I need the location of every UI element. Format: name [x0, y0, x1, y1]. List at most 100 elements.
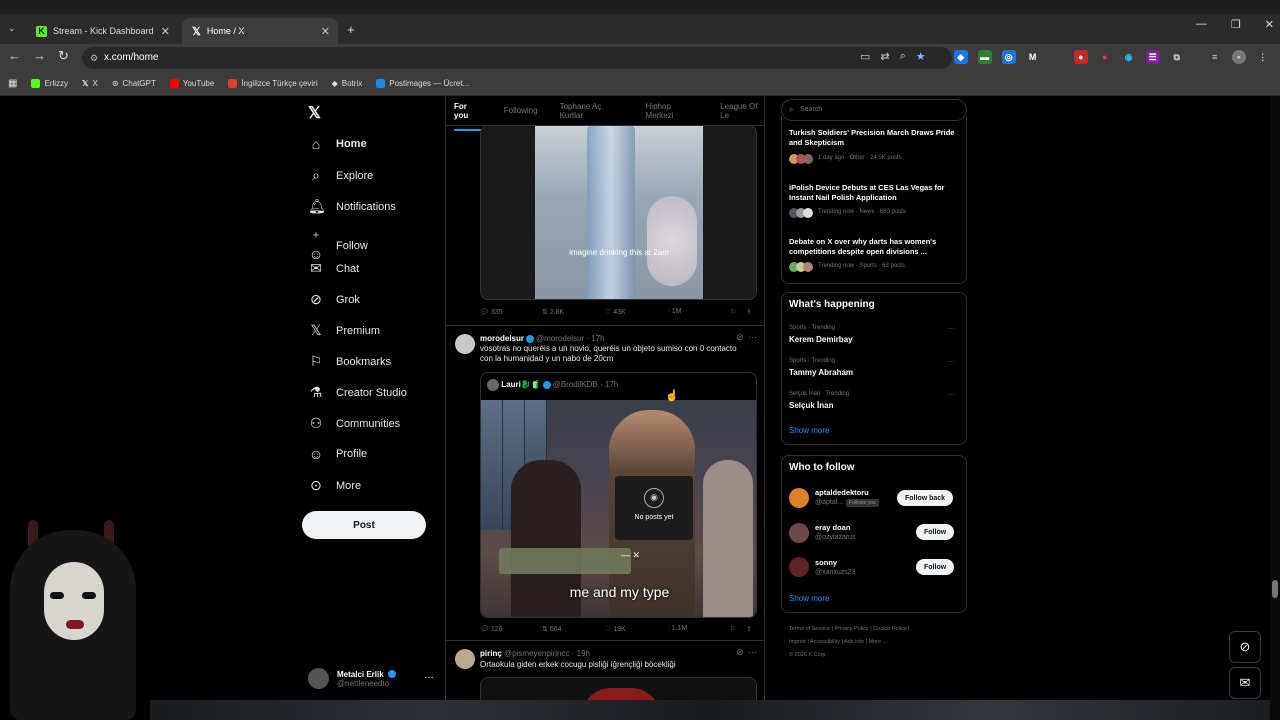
- cast-icon[interactable]: ▭: [860, 50, 870, 64]
- bookmark-youtube[interactable]: YouTube: [169, 79, 214, 88]
- sidebar-item-grok[interactable]: ⊘ Grok: [308, 291, 360, 308]
- trend-name[interactable]: Selçuk İnan: [789, 401, 833, 410]
- zoom-icon[interactable]: ⌕: [900, 50, 906, 64]
- bookmark-icon[interactable]: ⚐: [730, 308, 746, 316]
- x-logo-icon[interactable]: 𝕏: [308, 103, 321, 123]
- back-arrow-icon[interactable]: ←: [8, 48, 21, 64]
- tab-tophane[interactable]: Tophane Aç Kurtlar: [560, 102, 624, 120]
- translate-icon[interactable]: ⇄: [880, 50, 889, 64]
- extension-m-icon[interactable]: M: [1026, 50, 1040, 64]
- bookmark-chatgpt[interactable]: ⊛ ChatGPT: [112, 79, 156, 88]
- sidebar-item-follow[interactable]: ⁺☺ Follow: [308, 229, 368, 262]
- footer-link[interactable]: More ...: [869, 639, 888, 645]
- sidebar-item-home[interactable]: ⌂ Home: [308, 136, 367, 152]
- reply-button[interactable]: 💬︎ 126: [480, 625, 542, 633]
- avatar[interactable]: [455, 334, 475, 354]
- footer-link[interactable]: Accessibility: [810, 639, 840, 645]
- extensions-puzzle-icon[interactable]: ⧉: [1170, 50, 1184, 64]
- post-author[interactable]: pirinç @pismeyenpirincc · 19h: [480, 649, 590, 658]
- sidebar-item-notifications[interactable]: 🔔︎ Notifications: [308, 198, 396, 215]
- tab-league[interactable]: League Of Le: [720, 102, 764, 120]
- post-more-icon[interactable]: ···: [748, 332, 757, 342]
- follow-back-button[interactable]: Follow back: [897, 490, 954, 506]
- like-button[interactable]: ♡ 19K: [605, 625, 668, 633]
- close-icon[interactable]: ✕: [161, 25, 170, 38]
- forward-arrow-icon[interactable]: →: [33, 48, 46, 64]
- views-button[interactable]: ⫶ 1.1M: [668, 625, 730, 633]
- extension-cyan-icon[interactable]: ◉: [1122, 50, 1136, 64]
- extension-purple-icon[interactable]: ☰: [1145, 50, 1160, 64]
- post-media-video[interactable]: imagine drinking this at 2am: [480, 125, 757, 300]
- quoted-post[interactable]: Lauri🐉🧃 @BrodilKDB · 17h ◉ No posts yet —…: [480, 372, 757, 618]
- grok-icon[interactable]: ⊘: [736, 332, 744, 343]
- share-icon[interactable]: ⇪: [746, 625, 752, 633]
- sidebar-item-communities[interactable]: ⚇ Communities: [308, 415, 400, 432]
- menu-kebab-icon[interactable]: ⋮: [1256, 50, 1270, 64]
- footer-link[interactable]: Ads info: [844, 639, 864, 645]
- tab-home-x[interactable]: 𝕏 Home / X ✕: [182, 18, 338, 44]
- trend-more-icon[interactable]: ···: [947, 390, 955, 399]
- tab-hiphop[interactable]: Hiphop Merkezi: [646, 102, 699, 120]
- close-icon[interactable]: — ✕: [621, 550, 640, 561]
- news-item-title[interactable]: Turkish Soldiers' Precision March Draws …: [789, 128, 959, 148]
- like-button[interactable]: ♡ 43K: [605, 308, 668, 316]
- account-switcher[interactable]: Metalci Erlik @nettleneedto: [308, 668, 398, 689]
- window-close-icon[interactable]: ✕: [1265, 18, 1274, 31]
- show-more-link[interactable]: Show more: [789, 426, 829, 435]
- tab-search-icon[interactable]: ⌄: [8, 23, 16, 34]
- sidebar-item-explore[interactable]: ⌕ Explore: [308, 167, 373, 184]
- maximize-icon[interactable]: ❐: [1231, 18, 1241, 31]
- follow-name[interactable]: aptaldedektoru: [815, 488, 869, 497]
- address-bar[interactable]: ⚙ x.com/home: [82, 47, 952, 69]
- scrollbar[interactable]: [1270, 96, 1280, 720]
- news-item-title[interactable]: Debate on X over why darts has women's c…: [789, 237, 959, 257]
- sidebar-item-creator-studio[interactable]: ⚗ Creator Studio: [308, 384, 407, 401]
- footer-link[interactable]: Cookie Policy: [873, 626, 906, 632]
- bookmark-icon[interactable]: ⚐: [730, 625, 746, 633]
- follow-button[interactable]: Follow: [916, 524, 955, 540]
- new-tab-plus-icon[interactable]: +: [347, 22, 355, 37]
- footer-link[interactable]: Privacy Policy: [834, 626, 868, 632]
- tab-for-you[interactable]: For you: [454, 102, 482, 131]
- extension-blue-icon[interactable]: ◎: [1001, 50, 1016, 64]
- reading-list-icon[interactable]: ≡: [1208, 50, 1222, 64]
- reload-icon[interactable]: ↻: [58, 48, 69, 64]
- close-icon[interactable]: ✕: [321, 25, 330, 38]
- reply-button[interactable]: 💬︎ 335: [480, 308, 542, 316]
- bookmark-postimages[interactable]: Postimages — Ücret...: [376, 79, 469, 88]
- extension-shield-icon[interactable]: ◆: [953, 50, 968, 64]
- footer-link[interactable]: Imprint: [789, 639, 806, 645]
- avatar[interactable]: [789, 488, 809, 508]
- sidebar-item-premium[interactable]: 𝕏 Premium: [308, 322, 380, 339]
- bookmark-translate[interactable]: İngilizce Türkçe çeviri: [228, 79, 318, 88]
- trend-name[interactable]: Kerem Demirbay: [789, 335, 853, 344]
- extension-green-icon[interactable]: ▬: [977, 50, 992, 64]
- trend-more-icon[interactable]: ···: [947, 357, 955, 366]
- views-button[interactable]: ⫶ 1M: [668, 308, 730, 316]
- post-button[interactable]: Post: [302, 511, 426, 539]
- sidebar-item-more[interactable]: ⊙ More: [308, 477, 361, 494]
- trend-more-icon[interactable]: ···: [947, 324, 955, 333]
- post-author[interactable]: morodelsur @morodelsur · 17h: [480, 334, 605, 343]
- repost-button[interactable]: ⇅ 2.8K: [542, 308, 605, 316]
- minimize-icon[interactable]: —: [1196, 18, 1207, 31]
- apps-grid-icon[interactable]: ▦: [8, 78, 17, 89]
- avatar[interactable]: [789, 557, 809, 577]
- follow-button[interactable]: Follow: [916, 559, 955, 575]
- sidebar-item-chat[interactable]: ✉ Chat: [308, 260, 359, 277]
- footer-link[interactable]: Terms of Service: [789, 626, 830, 632]
- sidebar-item-profile[interactable]: ☺ Profile: [308, 446, 367, 462]
- tab-following[interactable]: Following: [504, 106, 538, 115]
- account-more-icon[interactable]: ···: [424, 672, 434, 683]
- news-item-title[interactable]: iPolish Device Debuts at CES Las Vegas f…: [789, 183, 959, 203]
- bookmark-star-icon[interactable]: ★: [916, 50, 926, 64]
- repost-button[interactable]: ⇅ 664: [542, 625, 605, 633]
- messages-floating-button[interactable]: ✉: [1229, 667, 1261, 699]
- follow-name[interactable]: sonny: [815, 558, 837, 567]
- extension-red-icon[interactable]: ●: [1073, 50, 1088, 64]
- show-more-link[interactable]: Show more: [789, 594, 829, 603]
- scrollbar-thumb[interactable]: [1272, 580, 1278, 598]
- profile-avatar-icon[interactable]: •: [1231, 50, 1246, 64]
- bookmark-erlizzy[interactable]: Erlizzy: [31, 79, 68, 88]
- trend-name[interactable]: Tammy Abraham: [789, 368, 853, 377]
